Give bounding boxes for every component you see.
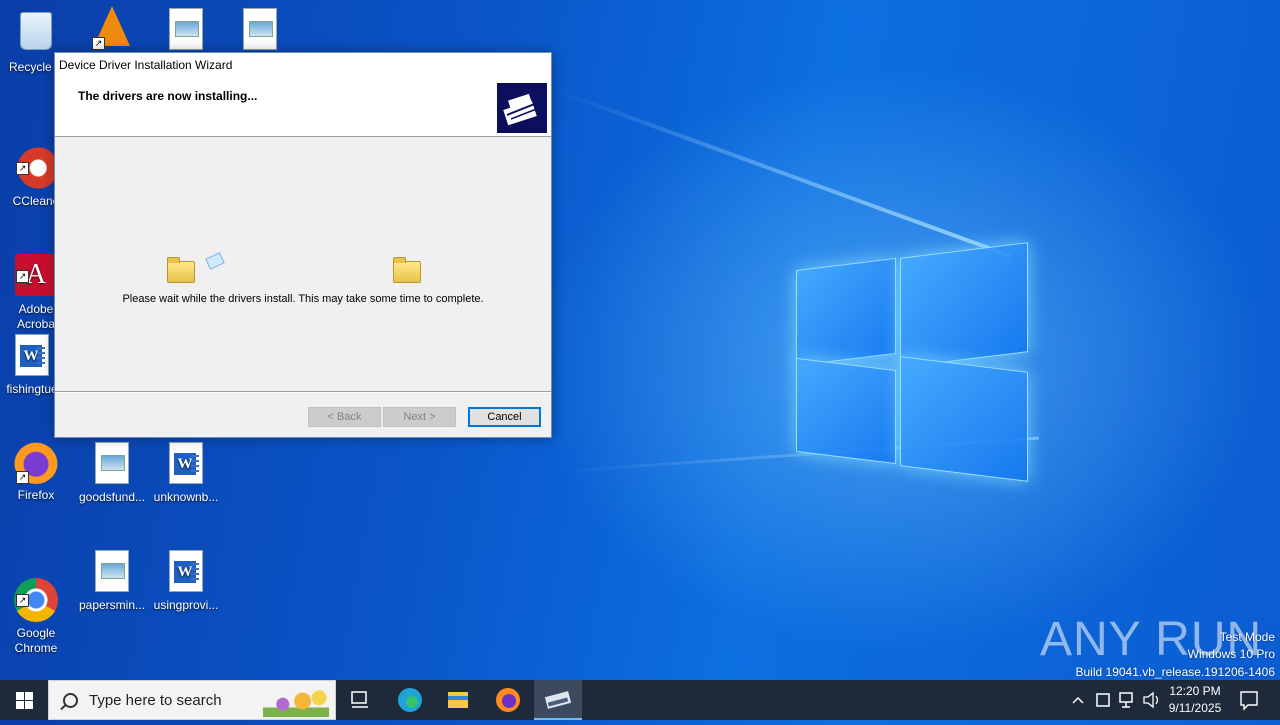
desktop-icon-firefox[interactable]: ↗ Firefox: [0, 440, 74, 503]
next-button[interactable]: Next >: [383, 407, 456, 427]
desktop-icon-word-doc[interactable]: W unknownb...: [148, 440, 224, 505]
action-center-button[interactable]: [1236, 680, 1262, 720]
start-button[interactable]: [0, 680, 48, 720]
chevron-up-icon: [1072, 696, 1084, 704]
driver-install-icon: [544, 691, 572, 709]
word-document-icon: W: [164, 442, 208, 486]
destination-folder-icon: [393, 257, 421, 283]
desktop-icon-vlc[interactable]: ↗: [74, 6, 150, 54]
windows-edition-label: Windows 10 Pro: [1187, 647, 1275, 661]
image-file-icon: [238, 8, 282, 52]
word-document-icon: W: [164, 550, 208, 594]
light-beam: [559, 90, 1012, 259]
desktop-icon-google-chrome[interactable]: ↗ Google Chrome: [0, 548, 74, 671]
taskbar-clock[interactable]: 12:20 PM 9/11/2025: [1158, 683, 1232, 717]
test-mode-label: Test Mode: [1219, 630, 1275, 644]
wizard-separator: [55, 391, 551, 393]
windows-start-icon: [16, 692, 24, 700]
desktop-icon-image-file[interactable]: goodsfund...: [74, 440, 150, 505]
notification-icon: [1240, 691, 1258, 711]
vlc-icon: ↗: [90, 6, 134, 50]
windows-logo-wallpaper: [796, 242, 1028, 482]
file-explorer-icon: [448, 692, 468, 708]
search-icon: [63, 693, 78, 708]
desktop-icon-label: unknownb...: [153, 490, 219, 504]
chrome-icon: ↗: [14, 563, 58, 622]
taskbar-file-explorer-button[interactable]: [434, 680, 482, 720]
search-placeholder: Type here to search: [89, 692, 222, 709]
network-icon: [1119, 692, 1133, 708]
firefox-icon: ↗: [14, 440, 58, 484]
search-highlight-illustration: [263, 685, 329, 717]
tray-device-icon: [1096, 693, 1110, 707]
image-file-icon: [90, 442, 134, 486]
image-file-icon: [164, 8, 208, 52]
tray-app-icon[interactable]: [1092, 680, 1114, 720]
wizard-header: The drivers are now installing...: [55, 77, 551, 137]
adobe-acrobat-icon: A ↗: [14, 239, 58, 296]
source-folder-icon: [167, 257, 195, 283]
taskbar-search-box[interactable]: Type here to search: [48, 680, 336, 720]
flying-document-icon: [205, 252, 225, 270]
desktop-icon-label: Firefox: [17, 488, 55, 502]
device-driver-wizard-window: Device Driver Installation Wizard The dr…: [54, 52, 552, 438]
driver-install-icon: [497, 83, 547, 133]
taskbar: Type here to search 12:20 PM 9/11/2025: [0, 680, 1280, 720]
taskbar-edge-button[interactable]: [386, 680, 434, 720]
build-label: Build 19041.vb_release.191206-1406: [1075, 665, 1276, 679]
task-view-icon: [351, 691, 368, 708]
desktop-icon-image-file[interactable]: [222, 6, 298, 56]
shortcut-arrow-icon: ↗: [16, 162, 29, 175]
shortcut-arrow-icon: ↗: [92, 37, 105, 50]
wizard-body: Please wait while the drivers install. T…: [55, 137, 551, 391]
cancel-button[interactable]: Cancel: [468, 407, 541, 427]
wizard-message: Please wait while the drivers install. T…: [122, 293, 484, 305]
task-view-button[interactable]: [336, 680, 384, 720]
wizard-heading: The drivers are now installing...: [78, 89, 258, 103]
shortcut-arrow-icon: ↗: [16, 594, 29, 607]
desktop-icon-word-doc[interactable]: W usingprovi...: [148, 548, 224, 613]
back-button[interactable]: < Back: [308, 407, 381, 427]
window-title[interactable]: Device Driver Installation Wizard: [55, 53, 551, 77]
edge-icon: [398, 688, 422, 712]
desktop-icon-label: goodsfund...: [78, 490, 146, 504]
firefox-icon: [496, 688, 520, 712]
ccleaner-icon: ↗: [14, 131, 58, 190]
image-file-icon: [90, 550, 134, 594]
desktop-icon-image-file[interactable]: papersmin...: [74, 548, 150, 613]
desktop-icon-label: usingprovi...: [153, 598, 219, 612]
taskbar-firefox-button[interactable]: [484, 680, 532, 720]
shortcut-arrow-icon: ↗: [16, 270, 29, 283]
network-button[interactable]: [1116, 680, 1138, 720]
clock-date: 9/11/2025: [1168, 701, 1222, 715]
desktop-icon-image-file[interactable]: [148, 6, 224, 56]
recycle-bin-icon: [14, 12, 58, 56]
shortcut-arrow-icon: ↗: [16, 471, 29, 484]
taskbar-driver-wizard-button[interactable]: [534, 680, 582, 720]
clock-time: 12:20 PM: [1169, 684, 1221, 698]
word-document-icon: W: [10, 334, 54, 378]
show-hidden-icons-button[interactable]: [1068, 680, 1088, 720]
desktop-icon-label: papersmin...: [78, 598, 146, 612]
